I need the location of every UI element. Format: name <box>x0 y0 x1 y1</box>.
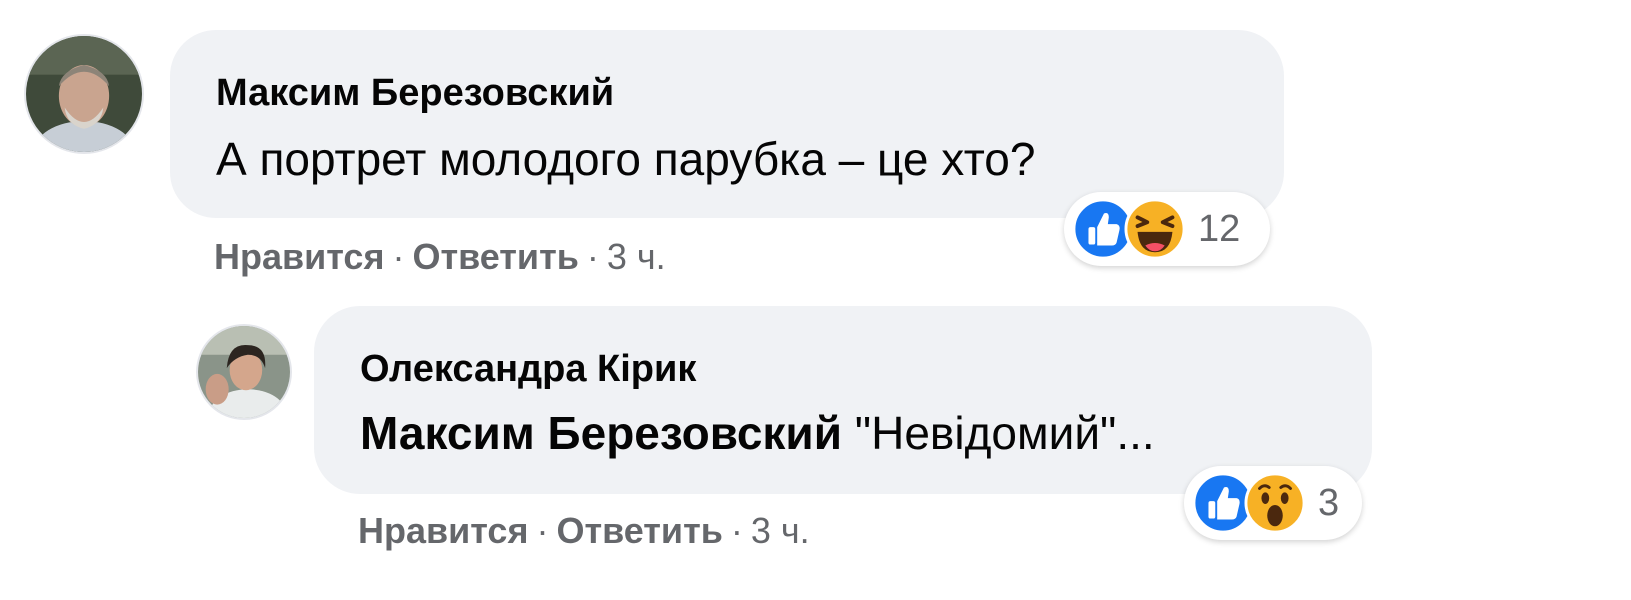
mention-link[interactable]: Максим Березовский <box>360 407 842 459</box>
separator: · <box>586 236 599 277</box>
reply-link[interactable]: Ответить <box>556 510 722 551</box>
comment-actions: Нравится · Ответить · 3 ч. <box>214 236 666 278</box>
haha-icon <box>1124 198 1186 260</box>
reaction-count: 3 <box>1318 481 1340 524</box>
like-link[interactable]: Нравится <box>214 236 384 277</box>
comment-actions: Нравится · Ответить · 3 ч. <box>358 510 810 552</box>
timestamp[interactable]: 3 ч. <box>607 236 666 277</box>
comment-text-body: "Невідомий"... <box>842 407 1155 459</box>
avatar-photo <box>26 36 142 152</box>
avatar[interactable] <box>24 34 144 154</box>
separator: · <box>392 236 405 277</box>
avatar-photo <box>198 326 290 418</box>
wow-icon <box>1244 472 1306 534</box>
avatar[interactable] <box>196 324 292 420</box>
reply-link[interactable]: Ответить <box>412 236 578 277</box>
reactions-summary[interactable]: 3 <box>1184 466 1362 540</box>
comment-author[interactable]: Олександра Кірик <box>360 348 696 391</box>
timestamp[interactable]: 3 ч. <box>751 510 810 551</box>
comment-bubble <box>170 30 1284 218</box>
like-link[interactable]: Нравится <box>358 510 528 551</box>
separator: · <box>730 510 743 551</box>
reactions-summary[interactable]: 12 <box>1064 192 1270 266</box>
comment-text: Максим Березовский "Невідомий"... <box>360 406 1155 460</box>
separator: · <box>536 510 549 551</box>
reaction-count: 12 <box>1198 207 1241 250</box>
comment-text: А портрет молодого парубка – це хто? <box>216 133 1036 185</box>
comment-author[interactable]: Максим Березовский <box>216 72 614 115</box>
